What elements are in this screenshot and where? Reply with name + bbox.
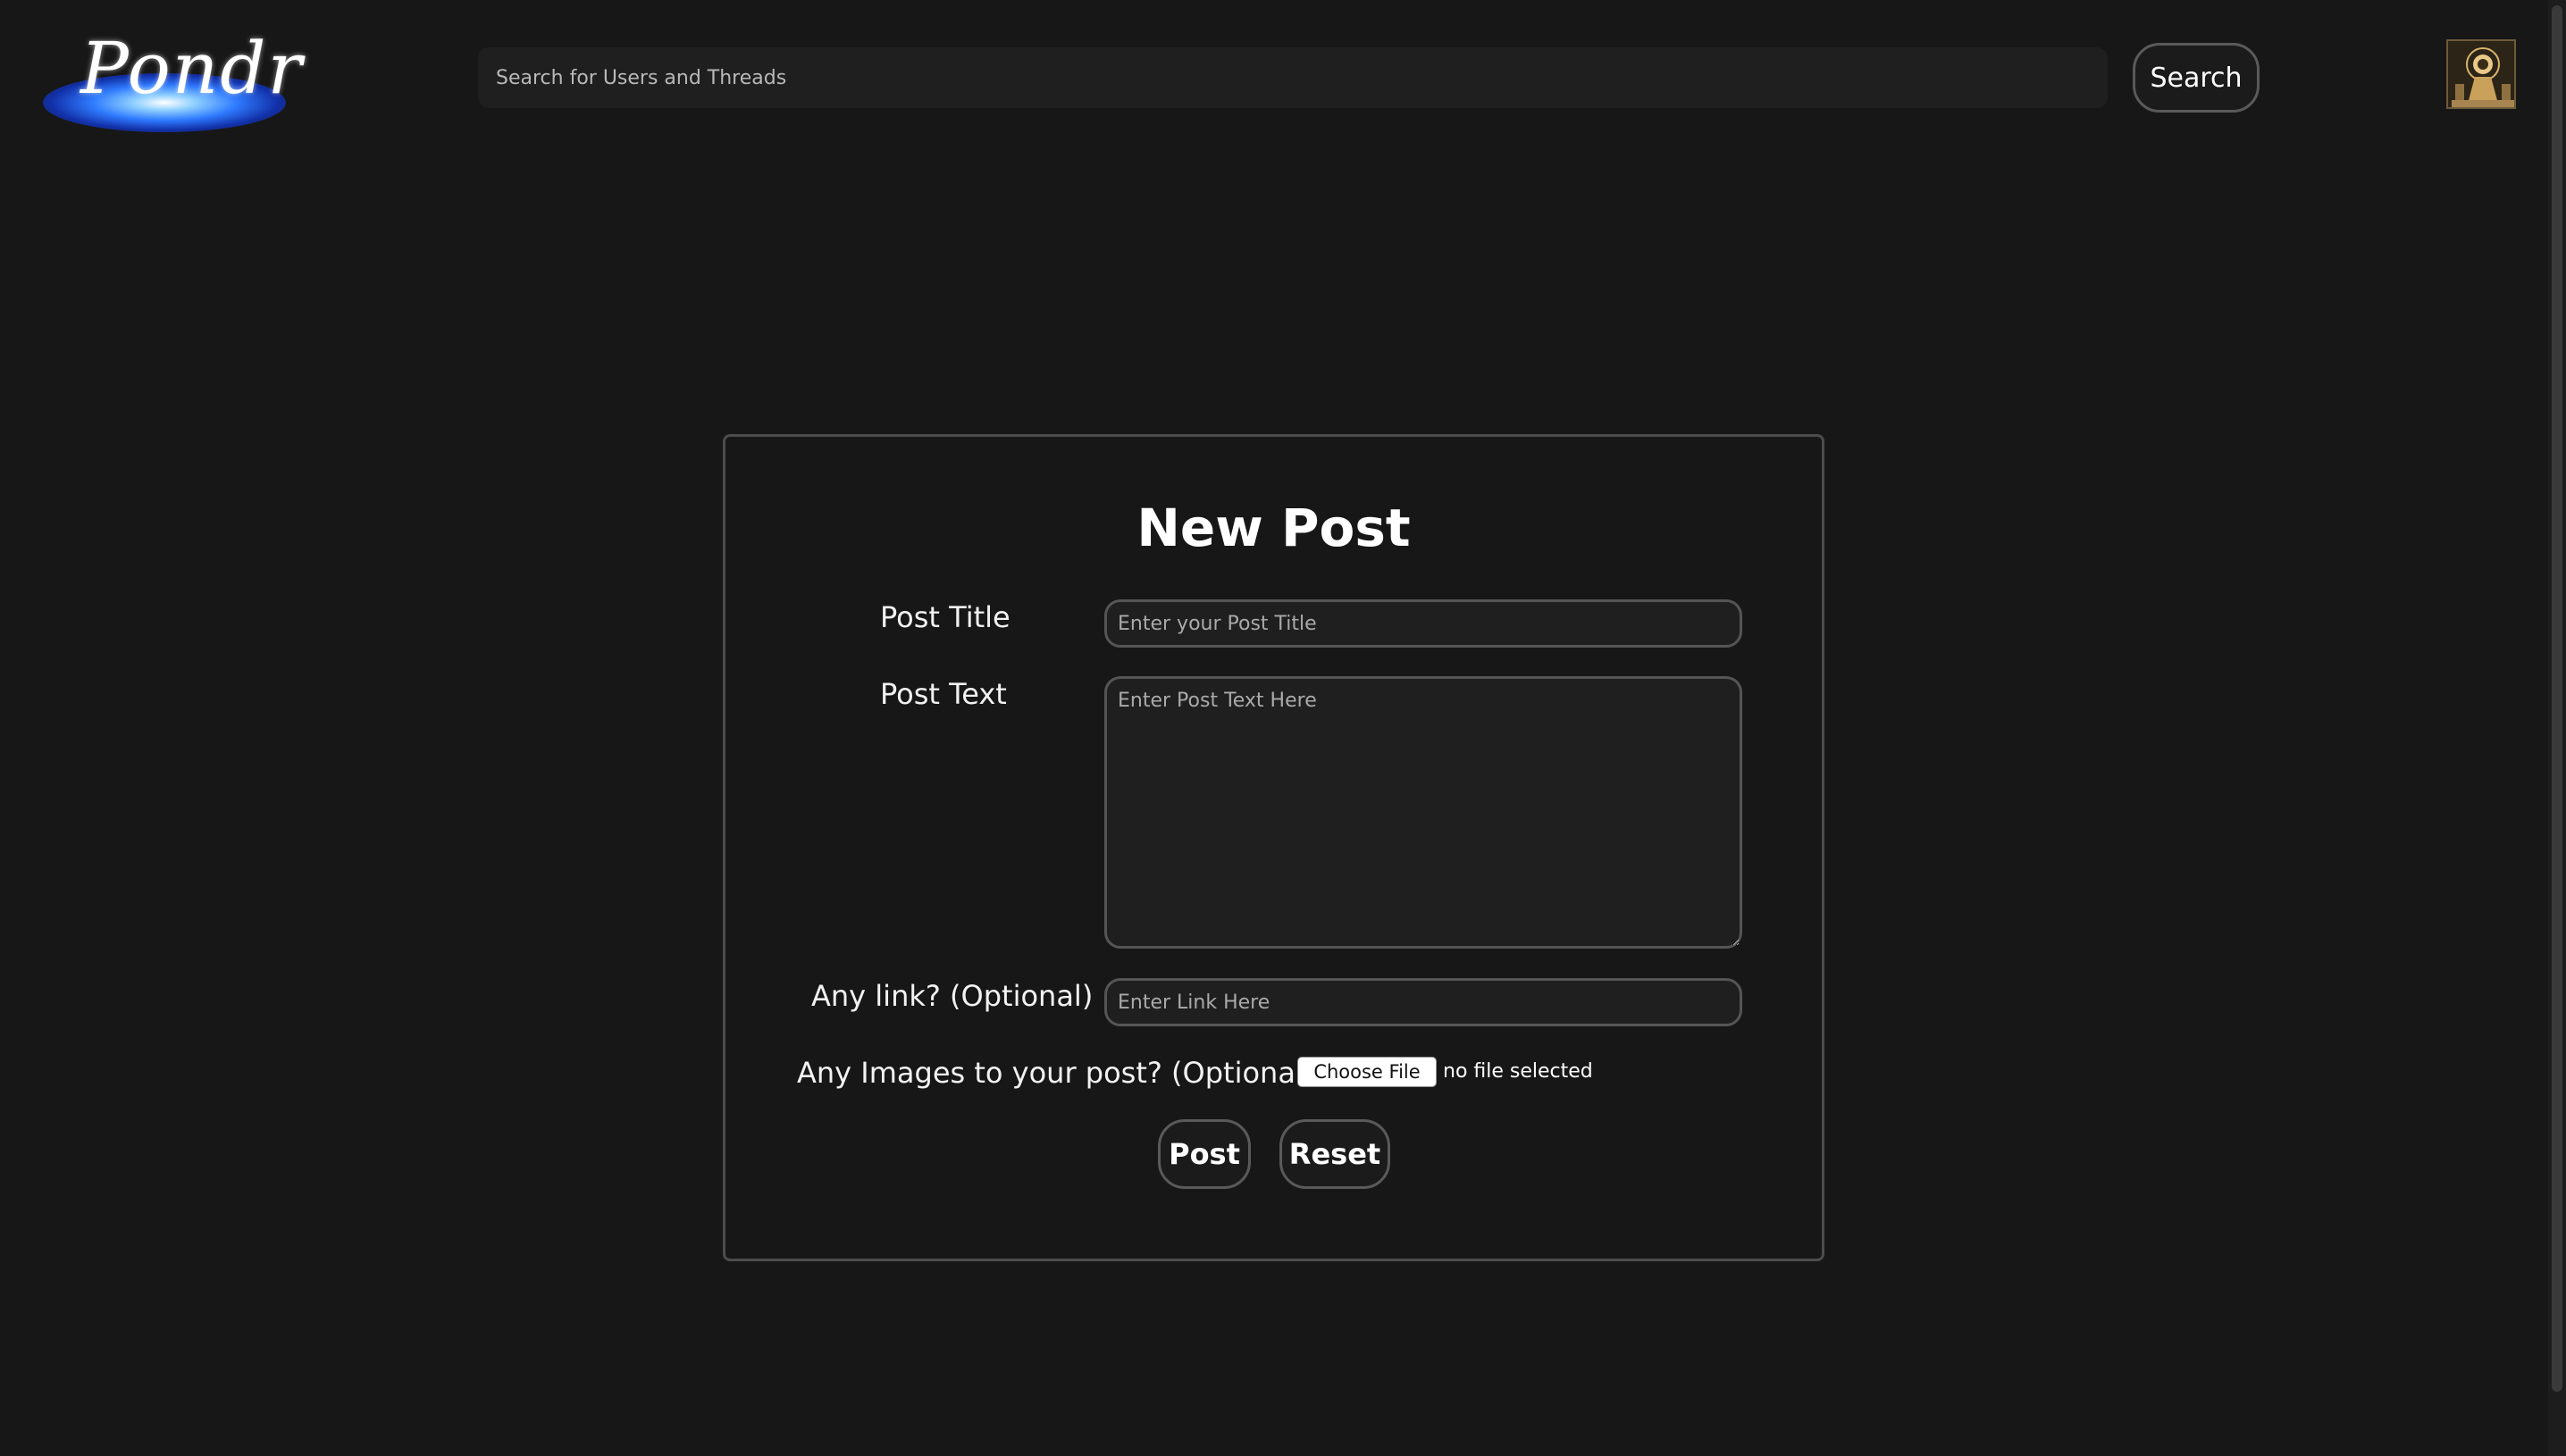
link-input[interactable] [1104, 978, 1742, 1026]
page: Pondr Search New Post Post Title Post Te… [0, 0, 2566, 1456]
logo[interactable]: Pondr [36, 20, 304, 132]
post-title-label: Post Title [880, 600, 1010, 634]
avatar[interactable] [2446, 39, 2516, 109]
search-button[interactable]: Search [2133, 43, 2260, 113]
new-post-form: New Post Post Title Post Text Any link? … [723, 434, 1824, 1261]
images-label: Any Images to your post? (Optional) [797, 1056, 1315, 1090]
file-status-text: no file selected [1443, 1060, 1593, 1083]
post-button[interactable]: Post [1158, 1119, 1251, 1189]
header: Pondr Search [0, 0, 2548, 157]
choose-file-button[interactable]: Choose File [1297, 1057, 1437, 1087]
scrollbar-thumb[interactable] [2552, 5, 2562, 1392]
post-text-textarea[interactable] [1104, 676, 1742, 949]
scrollbar[interactable] [2548, 0, 2566, 1456]
avatar-image-icon [2448, 41, 2514, 107]
logo-text: Pondr [80, 27, 304, 110]
post-text-label: Post Text [880, 677, 1007, 711]
reset-button[interactable]: Reset [1279, 1119, 1390, 1189]
search-input[interactable] [478, 47, 2108, 108]
link-label: Any link? (Optional) [811, 979, 1094, 1013]
post-title-input[interactable] [1104, 599, 1742, 648]
form-title: New Post [1136, 498, 1411, 558]
